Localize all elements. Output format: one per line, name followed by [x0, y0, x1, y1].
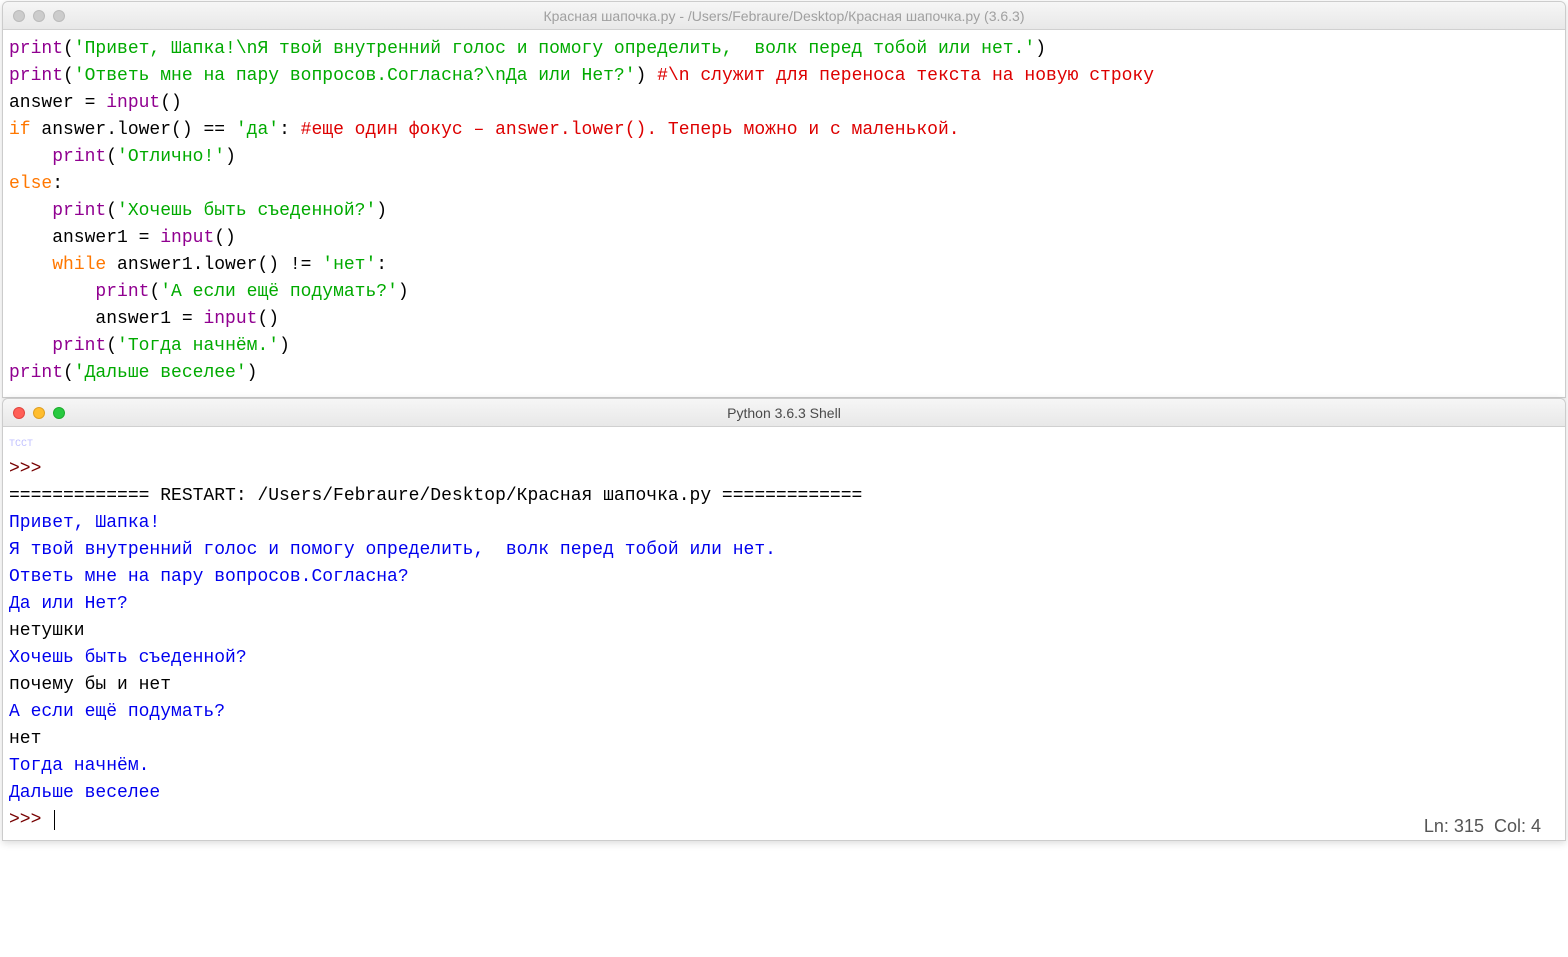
shell-prompt: >>> — [9, 810, 52, 830]
shell-titlebar[interactable]: Python 3.6.3 Shell — [3, 399, 1565, 427]
code-token: 'Тогда начнём.' — [117, 336, 279, 356]
code-token: 'да' — [236, 120, 279, 140]
editor-window: Красная шапочка.py - /Users/Febraure/Des… — [2, 1, 1566, 398]
shell-title: Python 3.6.3 Shell — [13, 405, 1555, 421]
code-token: ) — [398, 282, 409, 302]
code-token: answer1.lower() != — [106, 255, 322, 275]
code-token: 'Отлично!' — [117, 147, 225, 167]
code-token: ( — [106, 336, 117, 356]
shell-restart-line: ============= RESTART: /Users/Febraure/D… — [9, 486, 862, 506]
shell-statusbar: Ln: 315 Col: 4 — [1418, 813, 1547, 840]
code-token — [9, 147, 52, 167]
code-token: ) — [279, 336, 290, 356]
code-token: 'Ответь мне на пару вопросов.Согласна?\n… — [74, 66, 636, 86]
shell-output: Я твой внутренний голос и помогу определ… — [9, 540, 776, 560]
shell-output: Хочешь быть съеденной? — [9, 648, 247, 668]
shell-user-input: нет — [9, 729, 41, 749]
close-button[interactable] — [13, 407, 25, 419]
code-token: ( — [106, 201, 117, 221]
minimize-button[interactable] — [33, 407, 45, 419]
code-token: () — [214, 228, 236, 248]
maximize-button[interactable] — [53, 407, 65, 419]
shell-traffic-lights — [13, 407, 65, 419]
code-token: print — [52, 336, 106, 356]
editor-titlebar[interactable]: Красная шапочка.py - /Users/Febraure/Des… — [3, 2, 1565, 30]
code-token — [9, 282, 95, 302]
code-token: () — [257, 309, 279, 329]
code-token: 'Привет, Шапка!\nЯ твой внутренний голос… — [74, 39, 1035, 59]
cursor-icon — [54, 810, 55, 830]
code-token: answer.lower() == — [31, 120, 236, 140]
code-token — [9, 336, 52, 356]
code-token: else — [9, 174, 52, 194]
shell-output: Да или Нет? — [9, 594, 128, 614]
code-token: while — [52, 255, 106, 275]
code-token: ) — [247, 363, 258, 383]
code-token: answer = — [9, 93, 106, 113]
maximize-button[interactable] — [53, 10, 65, 22]
shell-truncated: TCCT — [9, 439, 33, 450]
code-token: : — [376, 255, 387, 275]
minimize-button[interactable] — [33, 10, 45, 22]
code-token: input — [106, 93, 160, 113]
code-token: ( — [106, 147, 117, 167]
code-token: 'Хочешь быть съеденной?' — [117, 201, 376, 221]
code-token: print — [52, 201, 106, 221]
code-token: 'Дальше веселее' — [74, 363, 247, 383]
code-token — [9, 201, 52, 221]
code-token: ) — [225, 147, 236, 167]
code-token: () — [160, 93, 182, 113]
code-token: ( — [63, 363, 74, 383]
code-token: input — [160, 228, 214, 248]
shell-output: Тогда начнём. — [9, 756, 149, 776]
code-token: ) — [376, 201, 387, 221]
editor-title: Красная шапочка.py - /Users/Febraure/Des… — [13, 8, 1555, 24]
code-token: ( — [149, 282, 160, 302]
code-token: #\n служит для переноса текста на новую … — [657, 66, 1154, 86]
code-token: print — [9, 66, 63, 86]
code-token: if — [9, 120, 31, 140]
code-token: print — [52, 147, 106, 167]
code-token: answer1 = — [9, 228, 160, 248]
code-token: ) — [636, 66, 658, 86]
shell-prompt: >>> — [9, 459, 52, 479]
shell-window: Python 3.6.3 Shell TCCT >>> ============… — [2, 398, 1566, 841]
code-token: 'нет' — [322, 255, 376, 275]
code-token: answer1 = — [9, 309, 203, 329]
code-token: : — [52, 174, 63, 194]
close-button[interactable] — [13, 10, 25, 22]
code-token: input — [203, 309, 257, 329]
code-token: : — [279, 120, 301, 140]
shell-user-input: нетушки — [9, 621, 85, 641]
shell-output: Дальше веселее — [9, 783, 160, 803]
shell-output: А если ещё подумать? — [9, 702, 225, 722]
code-token: ( — [63, 39, 74, 59]
code-token: print — [95, 282, 149, 302]
editor-code-area[interactable]: print('Привет, Шапка!\nЯ твой внутренний… — [3, 30, 1565, 397]
shell-output: Привет, Шапка! — [9, 513, 160, 533]
code-token: ( — [63, 66, 74, 86]
code-token: print — [9, 39, 63, 59]
shell-output-area[interactable]: TCCT >>> ============= RESTART: /Users/F… — [3, 427, 1565, 840]
editor-traffic-lights — [13, 10, 65, 22]
shell-output: Ответь мне на пару вопросов.Согласна? — [9, 567, 409, 587]
code-token: 'А если ещё подумать?' — [160, 282, 398, 302]
code-token: print — [9, 363, 63, 383]
code-token — [9, 255, 52, 275]
shell-user-input: почему бы и нет — [9, 675, 171, 695]
code-token: #еще один фокус – answer.lower(). Теперь… — [301, 120, 960, 140]
code-token: ) — [1035, 39, 1046, 59]
